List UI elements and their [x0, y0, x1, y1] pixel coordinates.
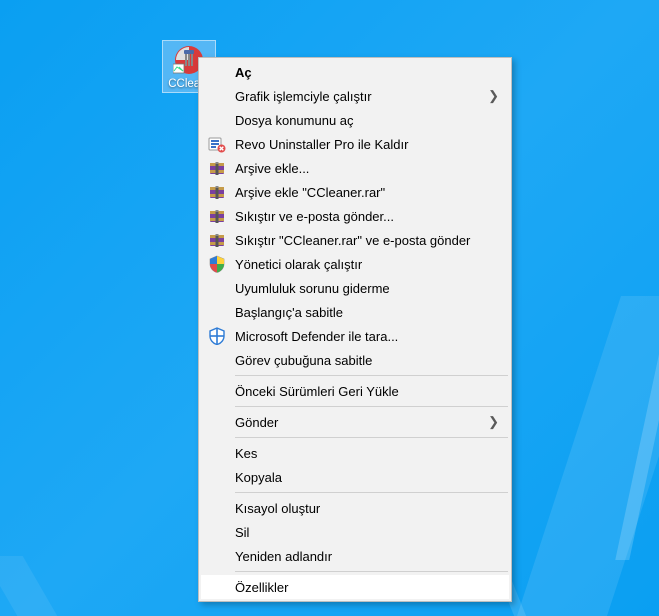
menu-item-label: Aç	[235, 65, 479, 80]
menu-separator	[235, 437, 508, 438]
menu-item-label: Microsoft Defender ile tara...	[235, 329, 479, 344]
rar-icon	[208, 207, 226, 225]
menu-separator	[235, 571, 508, 572]
menu-item-label: Sil	[235, 525, 479, 540]
menu-item-7[interactable]: Sıkıştır "CCleaner.rar" ve e-posta gönde…	[201, 228, 509, 252]
rar-icon	[208, 159, 226, 177]
menu-item-label: Yeniden adlandır	[235, 549, 479, 564]
chevron-right-icon: ❯	[488, 414, 499, 430]
rar-icon	[208, 231, 226, 249]
menu-item-label: Grafik işlemciyle çalıştır	[235, 89, 479, 104]
menu-item-label: Uyumluluk sorunu giderme	[235, 281, 479, 296]
menu-item-label: Dosya konumunu aç	[235, 113, 479, 128]
menu-item-1[interactable]: Grafik işlemciyle çalıştır ❯	[201, 84, 509, 108]
menu-separator	[235, 406, 508, 407]
menu-item-18[interactable]: Sil	[201, 520, 509, 544]
menu-item-11[interactable]: Microsoft Defender ile tara...	[201, 324, 509, 348]
menu-item-label: Görev çubuğuna sabitle	[235, 353, 479, 368]
menu-item-17[interactable]: Kısayol oluştur	[201, 496, 509, 520]
menu-item-label: Sıkıştır "CCleaner.rar" ve e-posta gönde…	[235, 233, 479, 248]
menu-item-12[interactable]: Görev çubuğuna sabitle	[201, 348, 509, 372]
menu-item-19[interactable]: Yeniden adlandır	[201, 544, 509, 568]
menu-item-0[interactable]: Aç	[201, 60, 509, 84]
menu-item-10[interactable]: Başlangıç'a sabitle	[201, 300, 509, 324]
menu-item-20[interactable]: Özellikler	[201, 575, 509, 599]
menu-item-label: Kısayol oluştur	[235, 501, 479, 516]
menu-item-9[interactable]: Uyumluluk sorunu giderme	[201, 276, 509, 300]
menu-item-15[interactable]: Kes	[201, 441, 509, 465]
menu-item-label: Sıkıştır ve e-posta gönder...	[235, 209, 479, 224]
menu-item-label: Kes	[235, 446, 479, 461]
menu-item-label: Kopyala	[235, 470, 479, 485]
menu-item-label: Yönetici olarak çalıştır	[235, 257, 479, 272]
menu-item-label: Başlangıç'a sabitle	[235, 305, 479, 320]
menu-item-label: Gönder	[235, 415, 479, 430]
menu-item-label: Arşive ekle...	[235, 161, 479, 176]
menu-item-14[interactable]: Gönder ❯	[201, 410, 509, 434]
context-menu: Aç Grafik işlemciyle çalıştır ❯ Dosya konum…	[198, 57, 512, 602]
menu-item-8[interactable]: Yönetici olarak çalıştır	[201, 252, 509, 276]
menu-item-4[interactable]: Arşive ekle...	[201, 156, 509, 180]
menu-item-6[interactable]: Sıkıştır ve e-posta gönder...	[201, 204, 509, 228]
defender-icon	[208, 327, 226, 345]
revo-icon	[208, 135, 226, 153]
menu-item-label: Özellikler	[235, 580, 479, 595]
menu-item-16[interactable]: Kopyala	[201, 465, 509, 489]
menu-item-label: Önceki Sürümleri Geri Yükle	[235, 384, 479, 399]
menu-separator	[235, 492, 508, 493]
menu-item-3[interactable]: Revo Uninstaller Pro ile Kaldır	[201, 132, 509, 156]
menu-item-label: Revo Uninstaller Pro ile Kaldır	[235, 137, 479, 152]
menu-separator	[235, 375, 508, 376]
chevron-right-icon: ❯	[488, 88, 499, 104]
menu-item-label: Arşive ekle "CCleaner.rar"	[235, 185, 479, 200]
rar-icon	[208, 183, 226, 201]
menu-item-5[interactable]: Arşive ekle "CCleaner.rar"	[201, 180, 509, 204]
shield-icon	[208, 255, 226, 273]
menu-item-13[interactable]: Önceki Sürümleri Geri Yükle	[201, 379, 509, 403]
menu-item-2[interactable]: Dosya konumunu aç	[201, 108, 509, 132]
